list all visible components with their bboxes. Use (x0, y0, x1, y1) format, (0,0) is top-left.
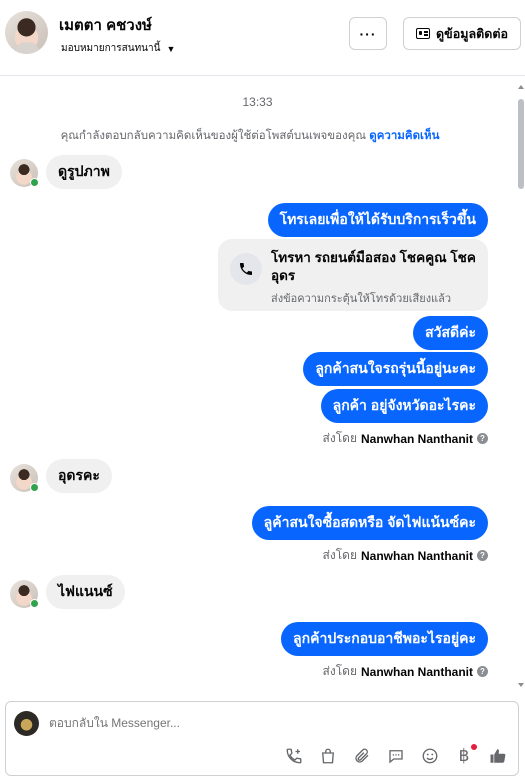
call-request-card[interactable]: โทรหา รถยนต์มือสอง โชคคูณ โชค อุดร ส่งข้… (218, 239, 488, 311)
contact-card-icon (416, 28, 431, 39)
outgoing-message[interactable]: โทรเลยเพื่อให้ได้รับบริการเร็วขึ้น (267, 203, 488, 237)
help-icon[interactable]: ? (477, 550, 488, 561)
view-contact-button[interactable]: ดูข้อมูลติดต่อ (403, 17, 521, 50)
page-avatar (14, 711, 39, 736)
view-comment-link[interactable]: ดูความคิดเห็น (369, 130, 439, 142)
message-thread[interactable]: 13:33 คุณกำลังตอบกลับความคิดเห็นของผู้ใช… (0, 77, 525, 697)
reply-notice: คุณกำลังตอบกลับความคิดเห็นของผู้ใช้ต่อโพ… (0, 127, 500, 145)
sender-avatar (10, 464, 39, 492)
reply-input[interactable] (49, 716, 349, 730)
scroll-down-arrow-icon[interactable] (518, 683, 524, 687)
view-contact-label: ดูข้อมูลติดต่อ (436, 26, 508, 41)
like-icon[interactable] (488, 746, 508, 766)
help-icon[interactable]: ? (477, 666, 488, 677)
sent-by-name: Nanwhan Nanthanit (360, 431, 473, 446)
outgoing-message[interactable]: ลูกค้า อยู่จังหวัดอะไรคะ (320, 389, 488, 423)
help-icon[interactable]: ? (477, 433, 488, 444)
incoming-message[interactable]: ไฟแนนซ์ (46, 575, 125, 609)
outgoing-message[interactable]: สวัสดีค่ะ (413, 316, 488, 350)
notice-text: คุณกำลังตอบกลับความคิดเห็นของผู้ใช้ต่อโพ… (60, 130, 367, 142)
sent-by-label: ส่งโดย Nanwhan Nanthanit ? (323, 662, 488, 681)
notification-dot (471, 744, 477, 750)
shopping-bag-icon[interactable] (318, 746, 338, 766)
contact-name[interactable]: เมตตา คชวงษ์ (59, 13, 152, 37)
caret-down-icon: ▼ (166, 43, 176, 54)
sent-by-prefix: ส่งโดย (322, 548, 357, 562)
sent-by-prefix: ส่งโดย (322, 664, 357, 678)
incoming-message[interactable]: อุดรคะ (46, 459, 112, 493)
scrollbar-thumb[interactable] (518, 99, 524, 189)
scrollbar[interactable] (518, 81, 525, 691)
sender-avatar (10, 580, 39, 608)
baht-icon[interactable]: ฿ (454, 744, 477, 766)
paperclip-icon[interactable] (352, 746, 372, 766)
outgoing-message[interactable]: ลูกค้าสนใจรถรุ่นนี้อยู่นะคะ (303, 352, 488, 386)
composer-toolbar: ฿ (284, 742, 508, 770)
more-options-button[interactable]: ··· (349, 17, 387, 50)
sent-by-name: Nanwhan Nanthanit (360, 548, 473, 563)
sent-by-label: ส่งโดย Nanwhan Nanthanit ? (323, 429, 488, 448)
assign-conversation-dropdown[interactable]: มอบหมายการสนทนานี้ ▼ (61, 41, 175, 56)
timestamp: 13:33 (242, 95, 273, 109)
conversation-header: เมตตา คชวงษ์ มอบหมายการสนทนานี้ ▼ ··· ดู… (0, 0, 525, 76)
sent-by-label: ส่งโดย Nanwhan Nanthanit ? (323, 546, 488, 565)
sent-by-prefix: ส่งโดย (322, 431, 357, 445)
call-card-title: โทรหา รถยนต์มือสอง โชคคูณ โชค อุดร (271, 250, 476, 283)
phone-plus-icon[interactable] (284, 746, 304, 766)
outgoing-message[interactable]: ลูกค้าประกอบอาชีพอะไรอยู่คะ (281, 622, 488, 656)
contact-avatar[interactable] (5, 11, 48, 54)
incoming-message[interactable]: ดูรูปภาพ (46, 155, 122, 189)
call-card-subtitle: ส่งข้อความกระตุ้นให้โทรด้วยเสียงแล้ว (271, 293, 452, 305)
emoji-icon[interactable] (420, 746, 440, 766)
phone-icon (230, 253, 262, 285)
sender-avatar (10, 159, 39, 187)
scroll-up-arrow-icon[interactable] (518, 85, 524, 89)
message-composer: ฿ (5, 701, 519, 776)
assign-label: มอบหมายการสนทนานี้ (61, 43, 161, 54)
sent-by-name: Nanwhan Nanthanit (360, 664, 473, 679)
outgoing-message[interactable]: ลูค้าสนใจซื้อสดหรือ จัดไฟแน้นซ์คะ (251, 506, 488, 540)
chat-icon[interactable] (386, 746, 406, 766)
